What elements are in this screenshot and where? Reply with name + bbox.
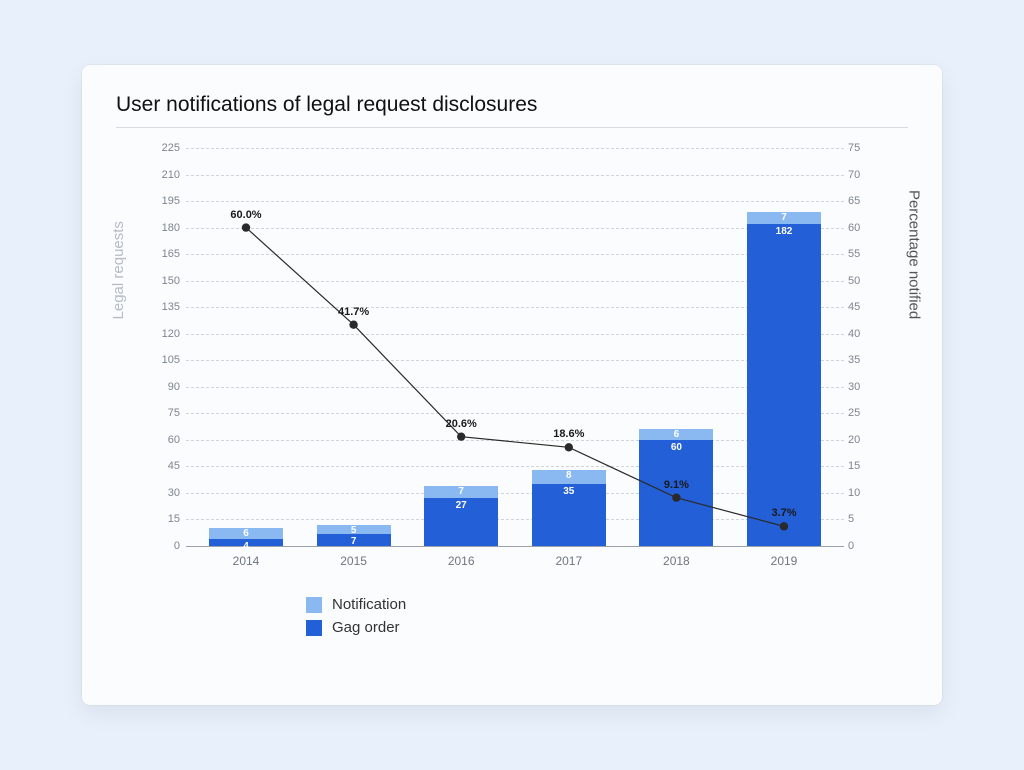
y-tick-right: 5: [848, 513, 874, 525]
y-tick-left: 0: [150, 540, 180, 552]
line-point: [672, 494, 680, 502]
y-tick-left: 120: [150, 328, 180, 340]
percentage-line: [246, 228, 784, 527]
x-tick: 2016: [448, 554, 475, 568]
y-tick-left: 210: [150, 169, 180, 181]
y-axis-left-label: Legal requests: [110, 221, 127, 319]
line-point: [349, 321, 357, 329]
line-overlay: [186, 148, 844, 546]
x-tick: 2019: [771, 554, 798, 568]
grid-line: [186, 546, 844, 547]
y-axis-right-label: Percentage notified: [905, 190, 922, 319]
line-point-label: 9.1%: [664, 479, 689, 491]
y-tick-left: 90: [150, 381, 180, 393]
line-point-label: 60.0%: [230, 208, 261, 220]
y-tick-right: 40: [848, 328, 874, 340]
line-point: [457, 432, 465, 440]
chart-card: User notifications of legal request disc…: [82, 65, 942, 705]
y-tick-left: 150: [150, 275, 180, 287]
line-point-label: 20.6%: [446, 417, 477, 429]
y-tick-right: 50: [848, 275, 874, 287]
y-tick-left: 195: [150, 195, 180, 207]
plot-area: 0153045607590105120135150165180195210225…: [186, 148, 844, 546]
legend-label-gag-order: Gag order: [332, 619, 400, 636]
y-tick-right: 35: [848, 354, 874, 366]
y-tick-left: 30: [150, 487, 180, 499]
y-tick-right: 10: [848, 487, 874, 499]
legend-swatch-notification: [306, 597, 322, 613]
chart-title: User notifications of legal request disc…: [116, 93, 908, 128]
y-tick-left: 75: [150, 407, 180, 419]
y-tick-left: 180: [150, 222, 180, 234]
line-point: [242, 223, 250, 231]
y-tick-right: 60: [848, 222, 874, 234]
y-tick-right: 15: [848, 460, 874, 472]
legend-item-notification: Notification: [306, 596, 908, 613]
y-tick-right: 65: [848, 195, 874, 207]
legend-item-gag-order: Gag order: [306, 619, 908, 636]
legend: Notification Gag order: [306, 596, 908, 636]
x-tick: 2017: [555, 554, 582, 568]
y-tick-right: 55: [848, 248, 874, 260]
y-tick-right: 30: [848, 381, 874, 393]
y-tick-right: 20: [848, 434, 874, 446]
y-tick-right: 45: [848, 301, 874, 313]
line-point-label: 41.7%: [338, 306, 369, 318]
y-tick-right: 25: [848, 407, 874, 419]
x-tick: 2014: [233, 554, 260, 568]
chart-area: Legal requests Percentage notified 01530…: [116, 138, 908, 578]
y-tick-left: 45: [150, 460, 180, 472]
y-tick-right: 75: [848, 142, 874, 154]
y-tick-left: 15: [150, 513, 180, 525]
y-tick-left: 165: [150, 248, 180, 260]
y-tick-left: 60: [150, 434, 180, 446]
y-tick-left: 135: [150, 301, 180, 313]
line-point-label: 18.6%: [553, 428, 584, 440]
line-point: [780, 522, 788, 530]
y-tick-left: 225: [150, 142, 180, 154]
x-tick: 2015: [340, 554, 367, 568]
legend-label-notification: Notification: [332, 596, 406, 613]
y-tick-right: 0: [848, 540, 874, 552]
line-point: [565, 443, 573, 451]
line-point-label: 3.7%: [771, 507, 796, 519]
x-tick: 2018: [663, 554, 690, 568]
y-tick-right: 70: [848, 169, 874, 181]
y-tick-left: 105: [150, 354, 180, 366]
legend-swatch-gag-order: [306, 620, 322, 636]
